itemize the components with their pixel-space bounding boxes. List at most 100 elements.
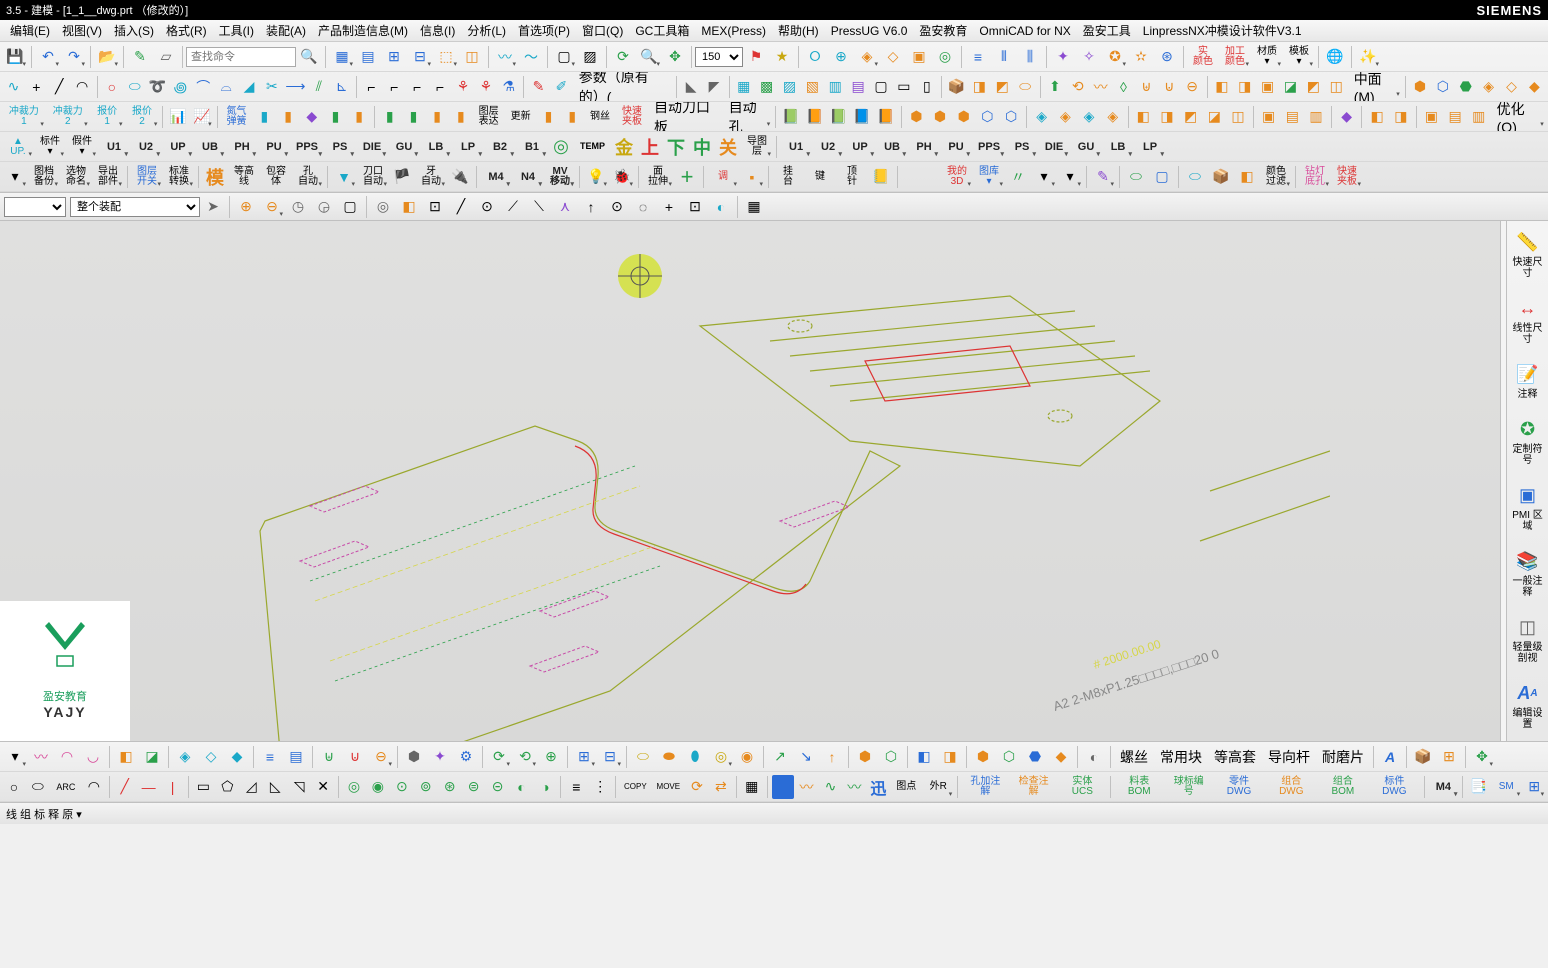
boole3-icon[interactable]: ⊖: [1182, 75, 1203, 99]
assy1-icon[interactable]: 📗: [780, 105, 802, 129]
station2-GU[interactable]: GU: [1071, 135, 1101, 159]
select6-icon[interactable]: ◎: [933, 45, 957, 69]
menu-omnicad[interactable]: OmniCAD for NX: [973, 20, 1076, 41]
station-U2[interactable]: U2: [131, 135, 161, 159]
hang[interactable]: 挂台: [773, 165, 803, 189]
bug-icon[interactable]: 🐞: [610, 165, 634, 189]
bt-i[interactable]: ≡: [258, 745, 282, 769]
bt-q[interactable]: ⟳: [487, 745, 511, 769]
chamfer-icon[interactable]: ◢: [239, 75, 260, 99]
color-filter[interactable]: 颜色过滤: [1261, 165, 1291, 189]
fsnap14-icon[interactable]: ◐: [709, 195, 733, 219]
menu-analysis[interactable]: 分析(L): [461, 20, 512, 41]
open-button[interactable]: 📂: [95, 45, 119, 69]
lib[interactable]: 图库▾: [974, 165, 1004, 189]
solid1-icon[interactable]: ◧: [1211, 75, 1232, 99]
flag2-icon[interactable]: 🏴: [390, 165, 414, 189]
fsnap4-icon[interactable]: ╱: [449, 195, 473, 219]
update[interactable]: 更新: [506, 105, 536, 129]
bt-wear-plate[interactable]: 耐磨片: [1317, 745, 1369, 769]
rotate-icon[interactable]: ⟳: [611, 45, 635, 69]
bc-conc1[interactable]: ◎: [343, 775, 365, 799]
bt-h[interactable]: ◆: [225, 745, 249, 769]
cube3d3-icon[interactable]: ◩: [1180, 105, 1202, 129]
bt-a[interactable]: 〰: [29, 745, 53, 769]
f-arrow-icon[interactable]: ➤: [201, 195, 225, 219]
layer-exp[interactable]: 图层表达: [474, 105, 504, 129]
std-convert[interactable]: 标准转换: [164, 165, 194, 189]
box2-icon[interactable]: ◨: [969, 75, 990, 99]
fsel4-icon[interactable]: ◶: [312, 195, 336, 219]
bt-am[interactable]: 📦: [1411, 745, 1435, 769]
boole1-icon[interactable]: ⊎: [1136, 75, 1157, 99]
filter-combo2[interactable]: 整个装配: [70, 197, 200, 217]
bc-cross[interactable]: ✕: [312, 775, 334, 799]
bt-equal-sleeve[interactable]: 等高套: [1209, 745, 1261, 769]
down-char[interactable]: 下: [664, 135, 688, 159]
bc-solid-ucs[interactable]: 实体UCS: [1059, 775, 1106, 799]
key[interactable]: 键: [805, 165, 835, 189]
pair2-icon[interactable]: ◨: [1390, 105, 1412, 129]
comp7-icon[interactable]: ◈: [1055, 105, 1077, 129]
bc-last[interactable]: ⊞: [1523, 775, 1545, 799]
sq2-icon[interactable]: ▢: [1150, 165, 1174, 189]
bc-hline[interactable]: —: [138, 775, 160, 799]
curve2-icon[interactable]: 〜: [519, 45, 543, 69]
bt-x[interactable]: ⬮: [683, 745, 707, 769]
mesh4-icon[interactable]: ▥: [825, 75, 846, 99]
bc-arc[interactable]: ARC: [51, 775, 81, 799]
temp-btn[interactable]: TEMP: [575, 135, 610, 159]
circle-o-icon[interactable]: ◎: [549, 135, 573, 159]
station2-LP[interactable]: LP: [1135, 135, 1165, 159]
fsnap1-icon[interactable]: ◎: [371, 195, 395, 219]
box3-icon[interactable]: ◩: [992, 75, 1013, 99]
knife-auto[interactable]: 刀口自动: [358, 165, 388, 189]
solid6-icon[interactable]: ◫: [1326, 75, 1347, 99]
bt-r[interactable]: ⟲: [513, 745, 537, 769]
bt-A-icon[interactable]: A: [1378, 745, 1402, 769]
tri2-icon[interactable]: ◤: [704, 75, 725, 99]
trip1-icon[interactable]: ▣: [1421, 105, 1443, 129]
bc-point[interactable]: 图点: [891, 775, 921, 799]
param-label[interactable]: 参数（原有的）(: [574, 75, 672, 99]
bt-screw[interactable]: 螺丝: [1115, 745, 1153, 769]
station-U1[interactable]: U1: [99, 135, 129, 159]
menu-yingan[interactable]: 盈安教育: [913, 20, 973, 41]
fsnap10-icon[interactable]: ⊙: [605, 195, 629, 219]
cube3d5-icon[interactable]: ◫: [1227, 105, 1249, 129]
fsnap12-icon[interactable]: +: [657, 195, 681, 219]
box1-icon[interactable]: 📦: [946, 75, 967, 99]
cyl-icon[interactable]: ⬭: [1015, 75, 1036, 99]
comp4-icon[interactable]: ⬡: [977, 105, 999, 129]
rp-quick-dimension[interactable]: 📏 快速尺寸: [1507, 225, 1548, 283]
std-parts[interactable]: 标件▾: [35, 135, 65, 159]
cube2-icon[interactable]: ◫: [460, 45, 484, 69]
up-char[interactable]: 上: [638, 135, 662, 159]
bc-m4[interactable]: M4: [1428, 775, 1458, 799]
menu-assembly[interactable]: 装配(A): [260, 20, 312, 41]
envelope[interactable]: 包容体: [261, 165, 291, 189]
pair1-icon[interactable]: ◧: [1366, 105, 1388, 129]
force2[interactable]: 冲裁力2: [47, 105, 89, 129]
cyl3-icon[interactable]: ⬭: [1183, 165, 1207, 189]
select1-icon[interactable]: ⭘: [803, 45, 827, 69]
bt-ad[interactable]: ⬢: [853, 745, 877, 769]
comp9-icon[interactable]: ◈: [1102, 105, 1124, 129]
mesh-icon[interactable]: ▩: [756, 75, 777, 99]
comp1-icon[interactable]: ⬢: [905, 105, 927, 129]
bt-s[interactable]: ⊕: [539, 745, 563, 769]
tooth-auto[interactable]: 牙自动: [416, 165, 446, 189]
pan-icon[interactable]: ✥: [663, 45, 687, 69]
layer2-icon[interactable]: ⫴: [992, 45, 1016, 69]
steel-wire[interactable]: 钢丝: [585, 105, 615, 129]
bc-oval[interactable]: ⬭: [27, 775, 49, 799]
wear-icon[interactable]: ▮: [277, 105, 299, 129]
bc-poly[interactable]: ⬠: [216, 775, 238, 799]
auto-hole[interactable]: 自动孔: [724, 105, 772, 129]
menu-linpress[interactable]: LinpressNX冲模设计软件V3.1: [1137, 20, 1308, 41]
menu-edit[interactable]: 编辑(E): [4, 20, 56, 41]
purple1-icon[interactable]: ◆: [1336, 105, 1358, 129]
extrude-icon[interactable]: ⬆: [1044, 75, 1065, 99]
assy2-icon[interactable]: 📙: [804, 105, 826, 129]
menu-gc-toolbox[interactable]: GC工具箱: [629, 20, 695, 41]
